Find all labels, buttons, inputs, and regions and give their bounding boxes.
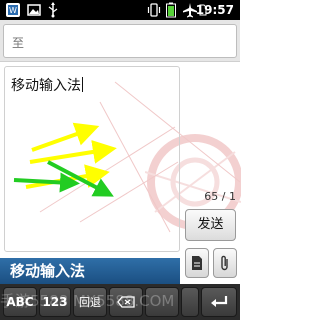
- paperclip-icon: [221, 255, 228, 271]
- message-text: 移动输入法: [11, 77, 83, 94]
- image-icon: [26, 2, 42, 18]
- attach-button[interactable]: [213, 248, 237, 278]
- recipient-label: 至: [12, 36, 25, 50]
- backspace-key[interactable]: [109, 287, 143, 317]
- message-area: 移动输入法 65 / 1 发送: [0, 62, 241, 258]
- ime-keyboard-bar: ABC 123 回退: [0, 284, 240, 320]
- space-key[interactable]: [145, 287, 179, 317]
- abc-mode-key[interactable]: ABC: [3, 287, 37, 317]
- ime-title-banner: 移动输入法: [0, 258, 180, 284]
- status-time: 19:57: [195, 3, 234, 17]
- recipient-bar: 至: [0, 20, 240, 62]
- document-icon: [192, 256, 202, 270]
- char-counter: 65 / 1: [204, 190, 236, 203]
- number-mode-key[interactable]: 123: [39, 287, 71, 317]
- wps-office-icon: W: [4, 2, 22, 18]
- enter-key[interactable]: [201, 287, 237, 317]
- recipient-input[interactable]: 至: [3, 24, 237, 58]
- message-compose-field[interactable]: 移动输入法: [4, 66, 180, 252]
- backspace-icon: [117, 296, 135, 308]
- svg-text:W: W: [9, 6, 17, 15]
- status-bar: W 19:57: [0, 0, 240, 20]
- vibrate-icon: [146, 2, 162, 18]
- attach-strip: [180, 246, 240, 284]
- insert-template-button[interactable]: [185, 248, 209, 278]
- back-key[interactable]: 回退: [73, 287, 107, 317]
- enter-arrow-icon: [211, 296, 228, 307]
- battery-icon: [164, 2, 178, 18]
- text-caret: [82, 77, 83, 92]
- symbol-key[interactable]: [181, 287, 199, 317]
- send-button[interactable]: 发送: [185, 209, 236, 241]
- usb-icon: [46, 2, 60, 18]
